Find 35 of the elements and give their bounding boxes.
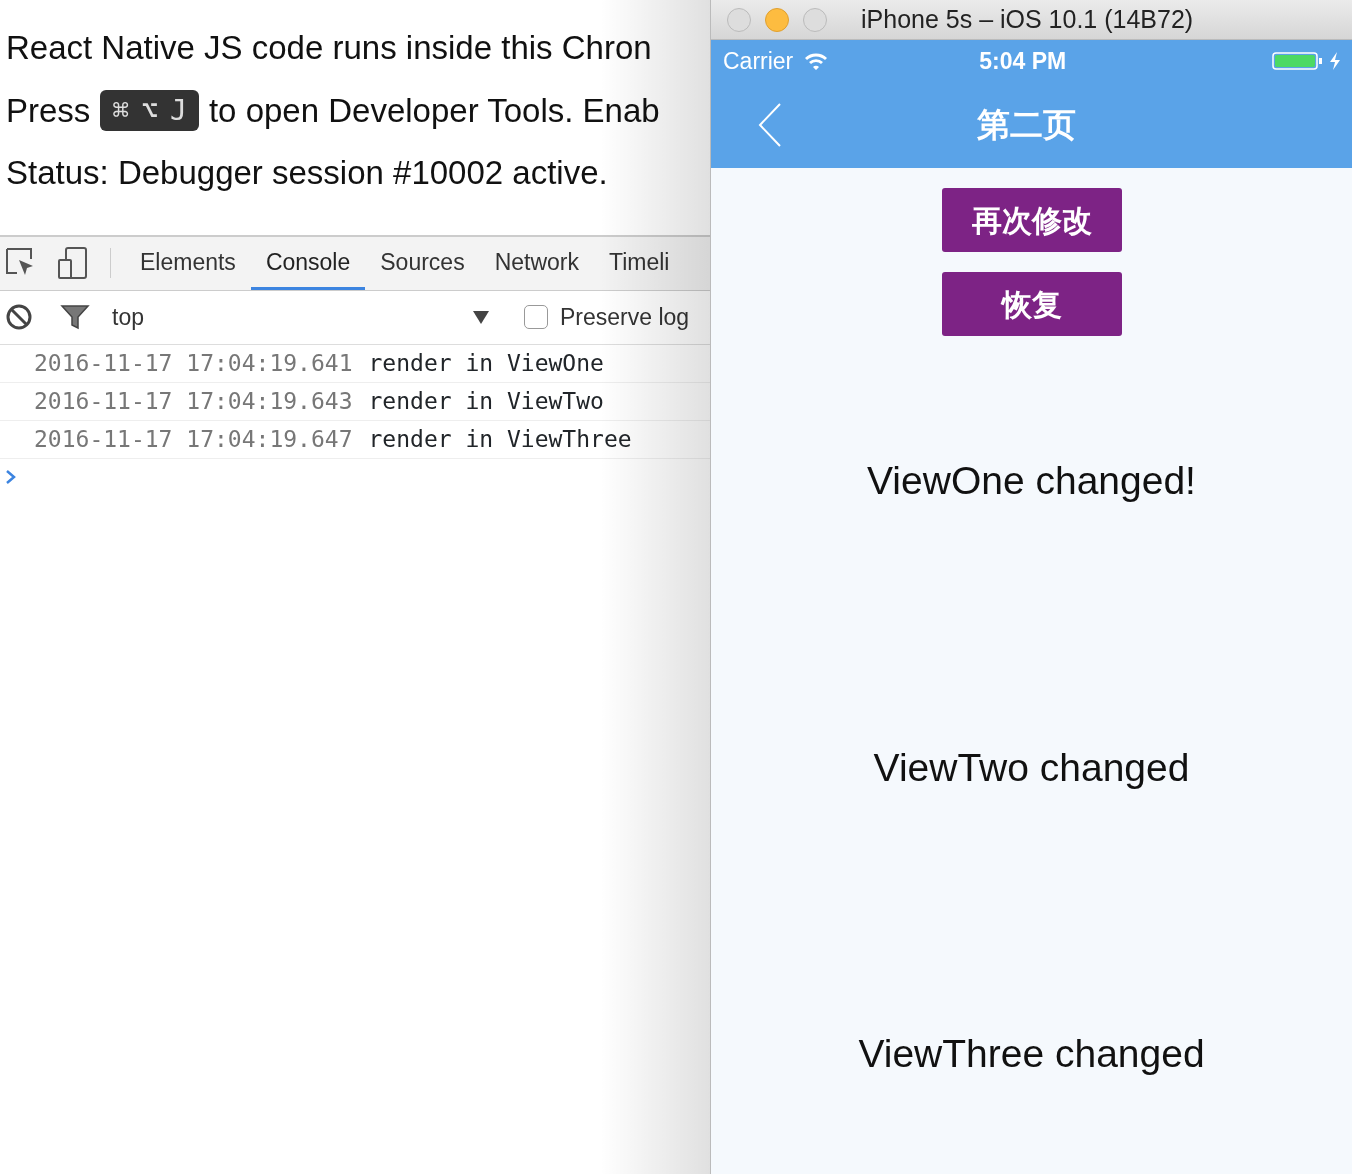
status-text: Status: Debugger session #10002 active.	[5, 153, 609, 193]
device-icon[interactable]	[56, 246, 90, 281]
charging-icon	[1328, 51, 1342, 71]
devtools-tab[interactable]: Elements	[125, 236, 251, 291]
keyboard-shortcut: ⌘ ⌥ J	[100, 89, 199, 132]
carrier-text: Carrier	[723, 46, 794, 76]
view-text: ViewOne changed!	[867, 458, 1196, 504]
log-timestamp: 2016-11-17 17:04:19.643	[34, 387, 353, 417]
view-text: ViewTwo changed	[873, 744, 1190, 791]
devtools-tab[interactable]: Sources	[365, 236, 480, 291]
preserve-log-label[interactable]: Preserve log	[560, 300, 690, 335]
log-timestamp: 2016-11-17 17:04:19.647	[34, 425, 353, 455]
action-button[interactable]: 再次修改	[941, 188, 1122, 252]
press-text: Press	[6, 90, 91, 131]
intro-text: React Native JS code runs inside this Chron	[5, 28, 653, 68]
open-devtools-text: to open Developer Tools. Enab	[208, 90, 660, 131]
status-time: 5:04 PM	[979, 46, 1068, 76]
view-text: ViewThree changed	[858, 1031, 1205, 1077]
log-message: render in ViewTwo	[368, 387, 604, 417]
log-timestamp: 2016-11-17 17:04:19.641	[34, 349, 353, 379]
devtools-tab[interactable]: Console	[250, 236, 366, 291]
nav-title: 第二页	[977, 105, 1076, 146]
action-button[interactable]: 恢复	[941, 272, 1122, 336]
prompt-icon[interactable]	[5, 468, 17, 485]
back-icon[interactable]	[757, 102, 783, 148]
context-selector[interactable]: top	[112, 300, 472, 335]
devtools-tab[interactable]: Timeli	[594, 236, 685, 291]
dropdown-arrow-icon[interactable]	[472, 309, 490, 326]
battery-icon	[1272, 51, 1324, 71]
log-message: render in ViewOne	[368, 349, 604, 379]
wifi-icon	[803, 51, 830, 71]
devtools-tab[interactable]: Network	[479, 236, 594, 291]
log-message: render in ViewThree	[368, 425, 632, 455]
window-title: iPhone 5s – iOS 10.1 (14B72)	[861, 3, 1194, 35]
preserve-log-checkbox[interactable]	[524, 305, 548, 330]
